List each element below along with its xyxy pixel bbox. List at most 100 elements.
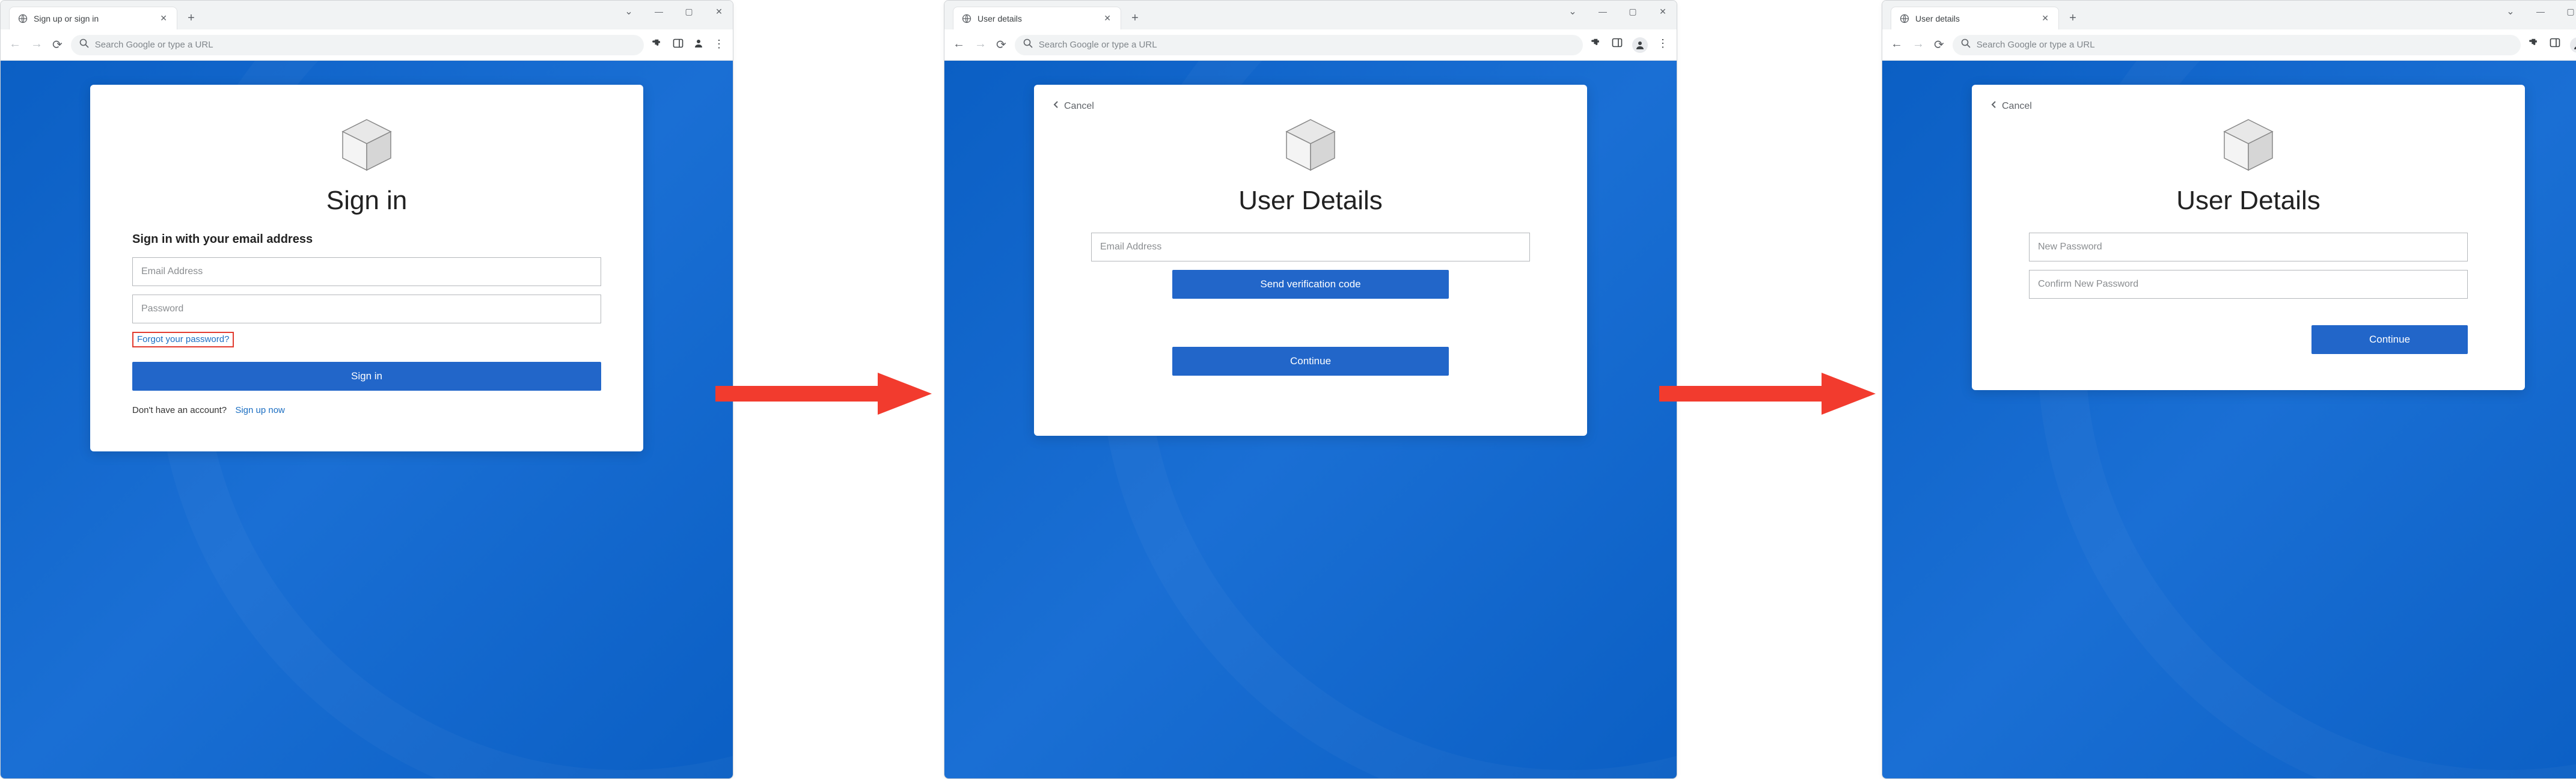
new-tab-button[interactable]: + [182, 9, 200, 27]
toolbar: ← → ⟳ Search Google or type a URL [1882, 29, 2576, 61]
email-field[interactable] [1091, 233, 1530, 261]
page-viewport: Cancel User Details Send verification co… [944, 61, 1677, 778]
confirm-password-field[interactable] [2029, 270, 2468, 299]
search-icon [1023, 38, 1033, 51]
tab-title: Sign up or sign in [34, 14, 153, 23]
back-icon[interactable]: ← [9, 37, 21, 52]
cancel-link[interactable]: Cancel [1052, 100, 1094, 112]
maximize-icon[interactable]: ▢ [2562, 4, 2576, 19]
omnibox-placeholder: Search Google or type a URL [1977, 40, 2095, 50]
cancel-label: Cancel [2002, 101, 2032, 112]
minimize-icon[interactable]: — [1594, 4, 1612, 19]
window-controls: ⌄ — ▢ ✕ [1564, 4, 1672, 19]
newpassword-card: Cancel User Details Continue [1972, 85, 2525, 390]
titlebar: Sign up or sign in ✕ + ⌄ — ▢ ✕ [1, 1, 733, 29]
side-panel-icon[interactable] [673, 38, 684, 52]
maximize-icon[interactable]: ▢ [1624, 4, 1642, 19]
signup-link[interactable]: Sign up now [235, 405, 285, 415]
card-subtitle: Sign in with your email address [132, 233, 601, 246]
toolbar: ← → ⟳ Search Google or type a URL [1, 29, 733, 61]
profile-icon[interactable] [693, 38, 704, 52]
cancel-label: Cancel [1064, 101, 1094, 112]
close-tab-icon[interactable]: ✕ [2040, 12, 2050, 25]
close-tab-icon[interactable]: ✕ [1103, 12, 1112, 25]
omnibox-placeholder: Search Google or type a URL [95, 40, 213, 50]
minimize-icon[interactable]: — [650, 4, 668, 19]
continue-button[interactable]: Continue [2311, 325, 2468, 354]
signin-button[interactable]: Sign in [132, 362, 601, 391]
profile-icon[interactable] [2570, 37, 2576, 53]
send-code-button[interactable]: Send verification code [1172, 270, 1449, 299]
cube-logo-icon [334, 115, 400, 175]
globe-icon [1900, 14, 1909, 23]
close-window-icon[interactable]: ✕ [710, 4, 728, 19]
continue-button[interactable]: Continue [1172, 347, 1449, 376]
address-bar[interactable]: Search Google or type a URL [1015, 35, 1583, 55]
back-icon[interactable]: ← [953, 37, 965, 52]
extensions-icon[interactable] [2529, 37, 2540, 53]
new-password-field[interactable] [2029, 233, 2468, 261]
close-tab-icon[interactable]: ✕ [159, 12, 168, 25]
card-heading: User Details [2014, 186, 2483, 216]
new-tab-button[interactable]: + [1126, 9, 1144, 27]
titlebar: User details ✕ + ⌄ — ▢ ✕ [1882, 1, 2576, 29]
reload-icon[interactable]: ⟳ [996, 37, 1006, 52]
reload-icon[interactable]: ⟳ [1934, 37, 1944, 52]
back-icon[interactable]: ← [1891, 37, 1903, 52]
address-bar[interactable]: Search Google or type a URL [1953, 35, 2521, 55]
minimize-icon[interactable]: — [2532, 4, 2550, 19]
maximize-icon[interactable]: ▢ [680, 4, 698, 19]
browser-tab[interactable]: Sign up or sign in ✕ [9, 7, 177, 29]
profile-icon[interactable] [1632, 37, 1648, 53]
cancel-link[interactable]: Cancel [1990, 100, 2032, 112]
window-controls: ⌄ — ▢ ✕ [2501, 4, 2576, 19]
search-icon [1961, 38, 1971, 51]
cube-logo-icon [2215, 115, 2281, 175]
userdetails-card: Cancel User Details Send verification co… [1034, 85, 1587, 436]
browser-window-1: Sign up or sign in ✕ + ⌄ — ▢ ✕ ← → ⟳ Sea… [0, 0, 733, 779]
toolbar: ← → ⟳ Search Google or type a URL [944, 29, 1677, 61]
email-field[interactable] [132, 257, 601, 286]
titlebar: User details ✕ + ⌄ — ▢ ✕ [944, 1, 1677, 29]
menu-icon[interactable]: ⋮ [714, 38, 724, 52]
extensions-icon[interactable] [1591, 37, 1602, 53]
page-viewport: Cancel User Details Continue [1882, 61, 2576, 778]
side-panel-icon[interactable] [1612, 37, 1623, 53]
forward-icon[interactable]: → [1912, 37, 1924, 52]
page-viewport: Sign in Sign in with your email address … [1, 61, 733, 778]
forward-icon[interactable]: → [31, 37, 43, 52]
address-bar[interactable]: Search Google or type a URL [71, 35, 644, 55]
new-tab-button[interactable]: + [2064, 9, 2082, 27]
chevron-down-icon[interactable]: ⌄ [2501, 4, 2519, 19]
chevron-down-icon[interactable]: ⌄ [620, 4, 638, 19]
cube-logo-icon [1277, 115, 1344, 175]
browser-window-2: User details ✕ + ⌄ — ▢ ✕ ← → ⟳ Search Go… [944, 0, 1677, 779]
window-controls: ⌄ — ▢ ✕ [620, 4, 728, 19]
menu-icon[interactable]: ⋮ [1657, 37, 1668, 53]
card-heading: User Details [1076, 186, 1545, 216]
browser-tab[interactable]: User details ✕ [953, 7, 1121, 29]
chevron-left-icon [1990, 100, 1998, 112]
flow-arrow-2 [1659, 373, 1876, 415]
no-account-text: Don't have an account? [132, 405, 227, 415]
search-icon [79, 38, 89, 51]
chevron-down-icon[interactable]: ⌄ [1564, 4, 1582, 19]
flow-arrow-1 [715, 373, 932, 415]
password-field[interactable] [132, 295, 601, 323]
card-heading: Sign in [132, 186, 601, 216]
forward-icon[interactable]: → [974, 37, 987, 52]
extensions-icon[interactable] [652, 38, 663, 52]
browser-tab[interactable]: User details ✕ [1891, 7, 2059, 29]
close-window-icon[interactable]: ✕ [1654, 4, 1672, 19]
chevron-left-icon [1052, 100, 1060, 112]
forgot-password-link[interactable]: Forgot your password? [137, 334, 229, 344]
tab-title: User details [1915, 14, 2034, 23]
tab-title: User details [977, 14, 1097, 23]
side-panel-icon[interactable] [2550, 37, 2560, 53]
omnibox-placeholder: Search Google or type a URL [1039, 40, 1157, 50]
forgot-password-highlight: Forgot your password? [132, 332, 234, 347]
signup-row: Don't have an account? Sign up now [132, 405, 601, 415]
reload-icon[interactable]: ⟳ [52, 37, 63, 52]
browser-window-3: User details ✕ + ⌄ — ▢ ✕ ← → ⟳ Search Go… [1882, 0, 2576, 779]
globe-icon [18, 14, 28, 23]
